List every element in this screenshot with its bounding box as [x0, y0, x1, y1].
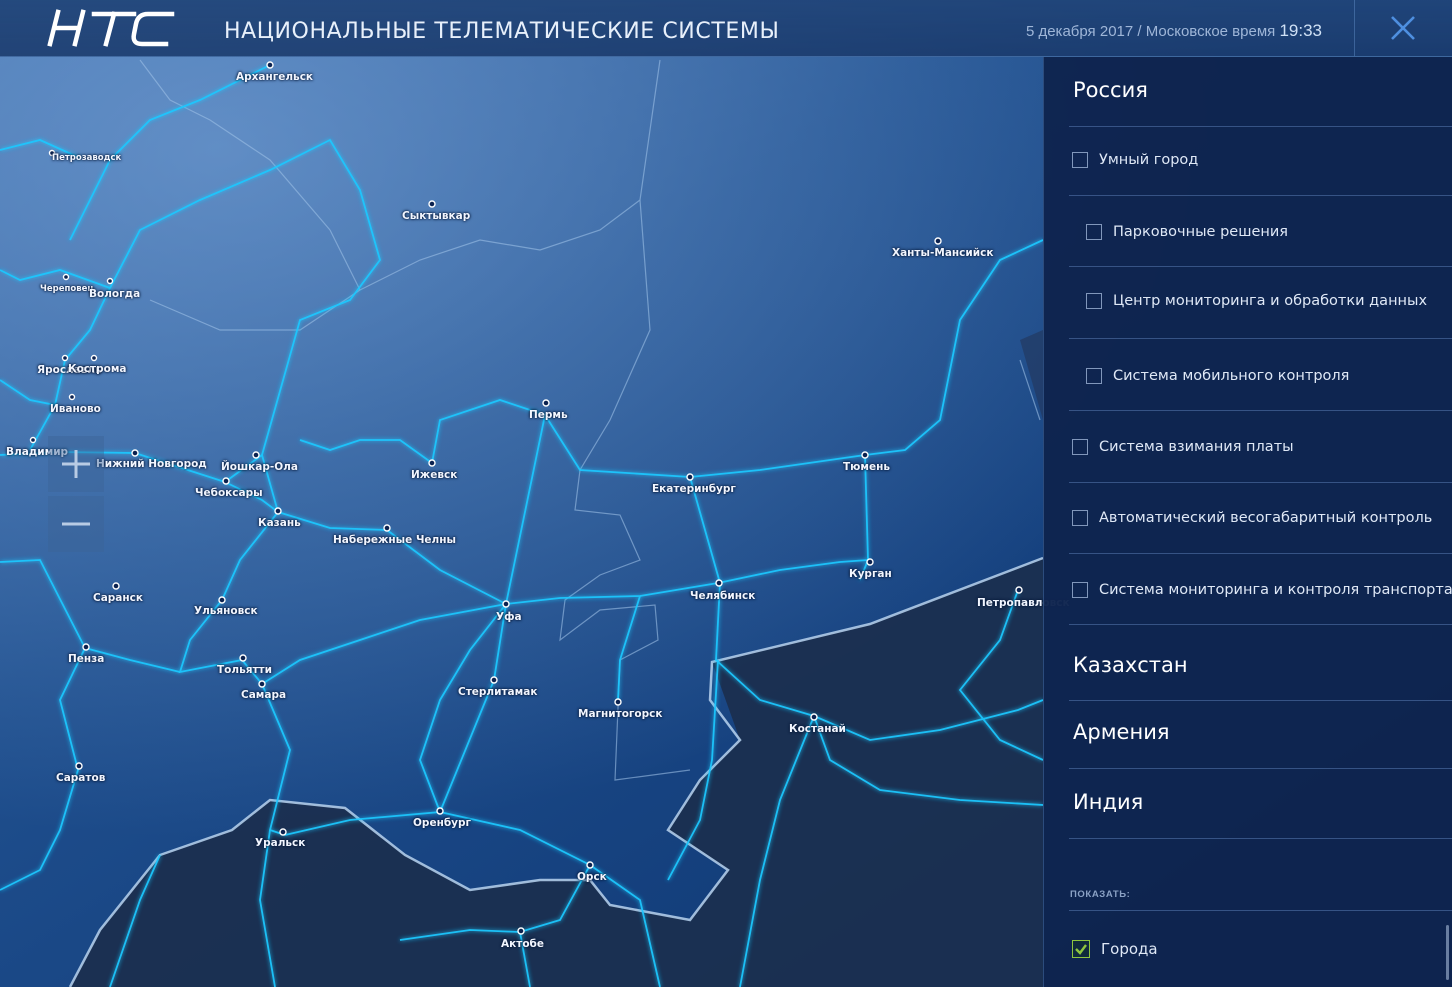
- option-smart-city[interactable]: Умный город: [1072, 152, 1198, 168]
- city-label-petrozavodsk: Петрозаводск: [52, 153, 122, 163]
- city-label-cherepovets: Череповец: [40, 284, 94, 294]
- city-label-naberezhnye-chelny: Набережные Челны: [333, 534, 456, 546]
- divider: [1069, 553, 1452, 554]
- plus-icon: [62, 450, 90, 478]
- city-label-chelyabinsk: Челябинск: [690, 590, 756, 602]
- city-label-tolyatti: Тольятти: [217, 664, 272, 676]
- header: НАЦИОНАЛЬНЫЕ ТЕЛЕМАТИЧЕСКИЕ СИСТЕМЫ 5 де…: [0, 0, 1452, 57]
- option-weight-control[interactable]: Автоматический весогабаритный контроль: [1072, 510, 1432, 526]
- city-label-izhevsk: Ижевск: [411, 469, 458, 481]
- city-label-kazan: Казань: [258, 517, 301, 529]
- option-show-cities[interactable]: Города: [1072, 940, 1158, 958]
- city-label-nizhny-novgorod: Нижний Новгород: [96, 458, 207, 470]
- city-label-ufa: Уфа: [496, 611, 522, 623]
- city-label-cheboksary: Чебоксары: [195, 487, 263, 499]
- option-label: Города: [1101, 940, 1158, 958]
- app-title: НАЦИОНАЛЬНЫЕ ТЕЛЕМАТИЧЕСКИЕ СИСТЕМЫ: [224, 19, 780, 44]
- date-text: 5 декабря 2017 / Московское время: [1025, 23, 1276, 40]
- city-label-syktyvkar: Сыктывкар: [402, 210, 471, 222]
- city-label-kurgan: Курган: [849, 568, 892, 580]
- city-label-kostroma: Кострома: [68, 363, 127, 375]
- divider: [1069, 838, 1452, 839]
- divider: [1069, 195, 1452, 196]
- divider: [1069, 266, 1452, 267]
- checkbox[interactable]: [1072, 152, 1088, 168]
- city-label-samara: Самара: [241, 689, 287, 701]
- city-label-ivanovo: Иваново: [50, 403, 101, 415]
- close-icon: [1391, 16, 1415, 40]
- region-india[interactable]: Индия: [1073, 790, 1143, 814]
- divider: [1069, 410, 1452, 411]
- option-transport-monitoring[interactable]: Система мониторинга и контроля транспорт…: [1072, 582, 1452, 598]
- option-toll[interactable]: Система взимания платы: [1072, 439, 1294, 455]
- option-label: Центр мониторинга и обработки данных: [1113, 293, 1428, 309]
- city-label-orenburg: Оренбург: [413, 817, 471, 829]
- city-label-perm: Пермь: [529, 409, 568, 421]
- minus-icon: [62, 522, 90, 526]
- checkbox[interactable]: [1072, 582, 1088, 598]
- zoom-out-button[interactable]: [48, 496, 104, 552]
- divider: [1069, 700, 1452, 701]
- checkmark-icon: [1075, 944, 1087, 955]
- option-label: Система мониторинга и контроля транспорт…: [1099, 582, 1452, 598]
- option-label: Автоматический весогабаритный контроль: [1099, 510, 1433, 526]
- divider: [1069, 624, 1452, 625]
- city-label-arkhangelsk: Архангельск: [236, 71, 314, 83]
- option-mobile-control[interactable]: Система мобильного контроля: [1086, 368, 1349, 384]
- checkbox[interactable]: [1072, 510, 1088, 526]
- region-armenia[interactable]: Армения: [1073, 720, 1169, 744]
- option-label: Парковочные решения: [1113, 224, 1289, 240]
- panel-scrollbar[interactable]: [1446, 925, 1449, 980]
- city-label-magnitogorsk: Магнитогорск: [578, 708, 663, 720]
- city-label-yoshkar-ola: Йошкар-Ола: [221, 461, 298, 473]
- city-label-aktobe: Актобе: [501, 938, 545, 950]
- city-label-orsk: Орск: [577, 871, 607, 883]
- option-parking[interactable]: Парковочные решения: [1086, 224, 1288, 240]
- region-kazakhstan[interactable]: Казахстан: [1073, 653, 1188, 677]
- zoom-in-button[interactable]: [48, 436, 104, 492]
- time-text: 19:33: [1279, 21, 1322, 40]
- city-label-vologda: Вологда: [89, 288, 141, 300]
- option-monitoring-center[interactable]: Центр мониторинга и обработки данных: [1086, 293, 1427, 309]
- city-label-khanty-mansiysk: Ханты-Мансийск: [892, 247, 994, 259]
- city-label-sterlitamak: Стерлитамак: [458, 686, 538, 698]
- region-russia[interactable]: Россия: [1073, 78, 1148, 102]
- city-label-kostanay: Костанай: [789, 723, 846, 735]
- divider: [1069, 126, 1452, 127]
- city-label-saratov: Саратов: [56, 772, 106, 784]
- filter-panel: Россия Умный город Парковочные решения Ц…: [1043, 57, 1452, 987]
- option-label: Система мобильного контроля: [1113, 368, 1350, 384]
- city-label-saransk: Саранск: [93, 592, 143, 604]
- checkbox[interactable]: [1086, 293, 1102, 309]
- city-label-yekaterinburg: Екатеринбург: [652, 483, 736, 495]
- city-label-ulyanovsk: Ульяновск: [194, 605, 258, 617]
- divider: [1069, 482, 1452, 483]
- checkbox-checked[interactable]: [1072, 940, 1090, 958]
- divider: [1069, 338, 1452, 339]
- city-label-uralsk: Уральск: [255, 837, 306, 849]
- datetime: 5 декабря 2017 / Московское время 19:33: [1026, 21, 1322, 41]
- nts-logo: [47, 9, 175, 47]
- checkbox[interactable]: [1072, 439, 1088, 455]
- option-label: Умный город: [1099, 152, 1199, 168]
- close-button[interactable]: [1354, 0, 1452, 56]
- divider: [1069, 768, 1452, 769]
- checkbox[interactable]: [1086, 224, 1102, 240]
- show-label: ПОКАЗАТЬ:: [1070, 889, 1131, 900]
- city-label-penza: Пенза: [68, 653, 105, 665]
- option-label: Система взимания платы: [1099, 439, 1294, 455]
- divider: [1069, 910, 1452, 911]
- city-label-tyumen: Тюмень: [843, 461, 890, 473]
- checkbox[interactable]: [1086, 368, 1102, 384]
